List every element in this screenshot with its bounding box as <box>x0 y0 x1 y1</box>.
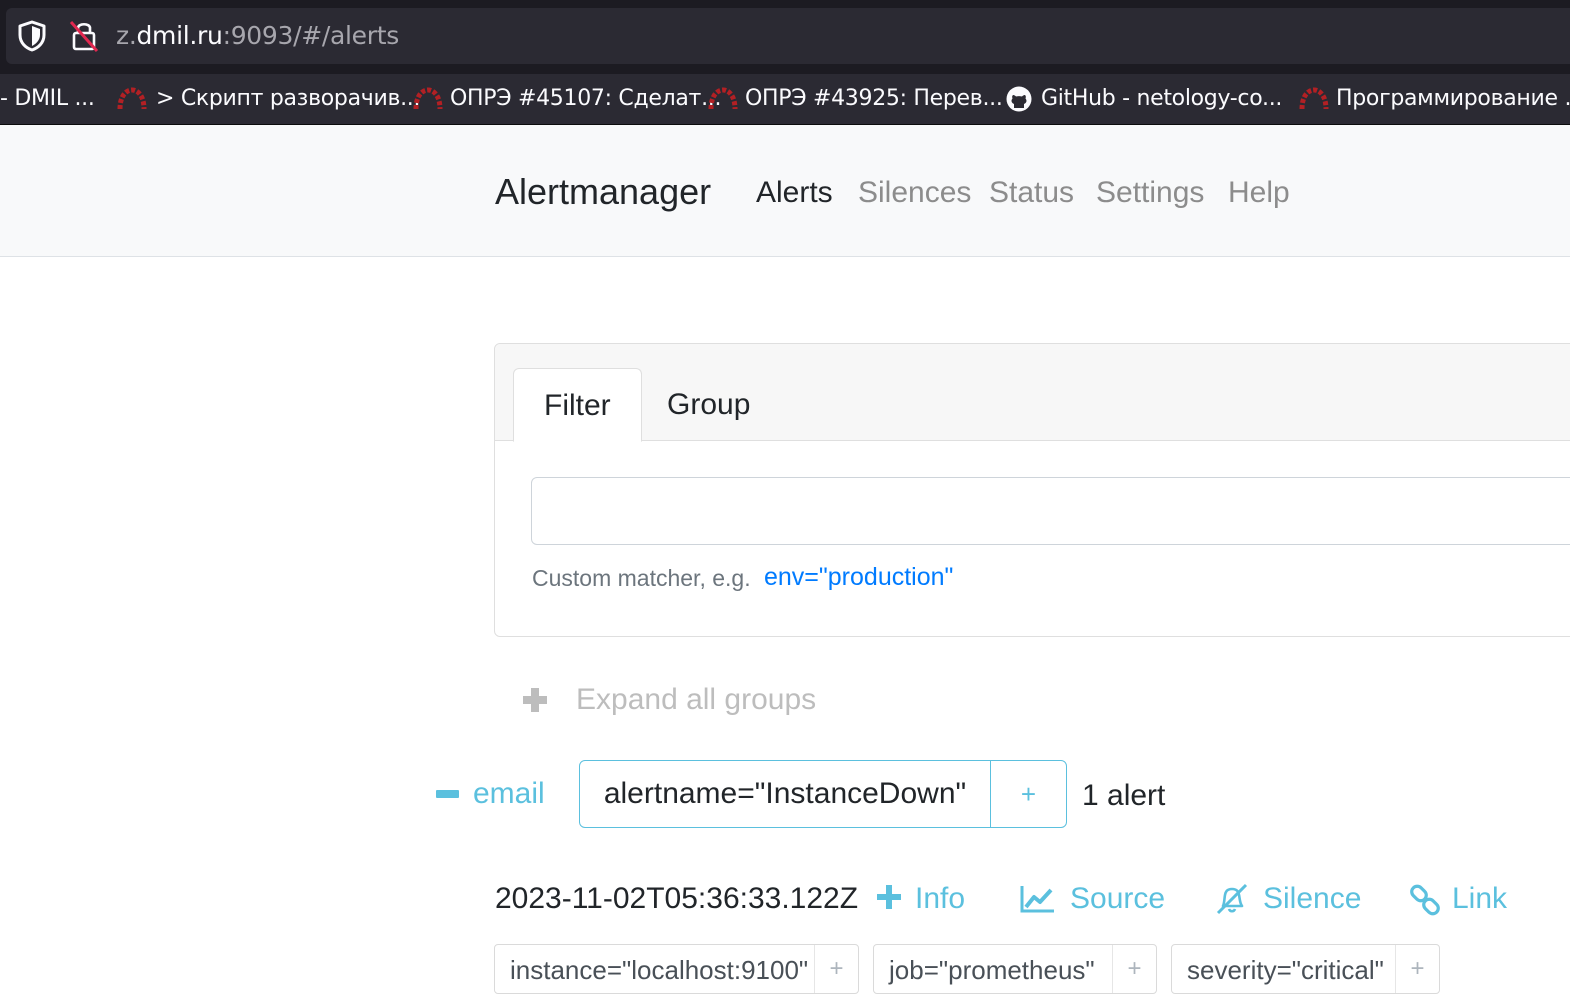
nav-link-silences[interactable]: Silences <box>858 173 971 213</box>
expand-all-label: Expand all groups <box>576 683 817 716</box>
nav-link-help[interactable]: Help <box>1228 173 1290 213</box>
plus-icon <box>877 885 901 909</box>
redmine-icon <box>1299 87 1329 110</box>
info-label: Info <box>915 882 966 915</box>
group-matcher-button[interactable]: alertname="InstanceDown" <box>580 761 991 827</box>
label-chip-matcher[interactable]: job="prometheus" <box>889 945 1095 995</box>
url-prefix: z. <box>116 21 137 50</box>
nav-link-settings[interactable]: Settings <box>1096 173 1204 213</box>
filter-card-header: Filter Group <box>495 344 1570 442</box>
insecure-lock-icon[interactable] <box>66 18 100 54</box>
nav-link-status[interactable]: Status <box>989 173 1074 213</box>
plus-icon <box>523 688 547 712</box>
label-chip: instance="localhost:9100" + <box>494 944 859 994</box>
redmine-icon <box>708 87 738 110</box>
redmine-icon <box>117 87 147 110</box>
label-chip: job="prometheus" + <box>873 944 1157 994</box>
label-chip-matcher[interactable]: severity="critical" <box>1187 945 1384 995</box>
bookmark-item[interactable]: Программирование ... <box>1336 84 1570 114</box>
tab-group[interactable]: Group <box>637 368 780 442</box>
filter-card: Filter Group Custom matcher, e.g. env="p… <box>494 343 1570 637</box>
add-matcher-filter-button[interactable]: + <box>991 761 1066 827</box>
bell-slash-icon <box>1216 883 1248 915</box>
line-chart-icon <box>1020 886 1054 913</box>
bookmarks-toolbar: - DMIL ... > Скрипт разворачив... ОПРЭ #… <box>0 74 1570 125</box>
label-chip-add-button[interactable]: + <box>1112 945 1156 993</box>
bookmark-item[interactable]: ОПРЭ #45107: Сделат... <box>450 84 721 114</box>
app-navbar: Alertmanager Alerts Silences Status Sett… <box>0 125 1570 257</box>
url-host: dmil.ru <box>136 21 223 50</box>
group-receiver-label: email <box>473 777 545 810</box>
link-button[interactable]: Link <box>1409 877 1509 921</box>
silence-button[interactable]: Silence <box>1214 877 1361 921</box>
bookmark-item[interactable]: > Скрипт разворачив... <box>156 84 421 114</box>
info-button[interactable]: Info <box>876 877 968 921</box>
url-path: :9093/#/alerts <box>222 21 400 50</box>
label-chip-add-button[interactable]: + <box>814 945 858 993</box>
source-button[interactable]: Source <box>1020 877 1165 921</box>
source-label: Source <box>1070 882 1166 915</box>
github-icon <box>1006 86 1032 112</box>
url-text[interactable]: z.dmil.ru:9093/#/alerts <box>116 20 399 52</box>
brand-title[interactable]: Alertmanager <box>495 169 711 215</box>
bookmark-item[interactable]: ОПРЭ #43925: Перев... <box>745 84 1003 114</box>
alert-count: 1 alert <box>1082 779 1166 812</box>
tab-filter[interactable]: Filter <box>513 368 642 442</box>
bookmark-item[interactable]: GitHub - netology-co... <box>1041 84 1282 114</box>
silence-label: Silence <box>1263 882 1362 915</box>
bookmark-item[interactable]: - DMIL ... <box>0 84 95 114</box>
redmine-icon <box>413 87 443 110</box>
label-chip: severity="critical" + <box>1171 944 1440 994</box>
browser-toolbar: z.dmil.ru:9093/#/alerts <box>0 0 1570 74</box>
link-icon <box>1410 884 1440 916</box>
label-chip-matcher[interactable]: instance="localhost:9100" <box>510 945 808 995</box>
filter-input[interactable] <box>531 477 1570 545</box>
alert-timestamp: 2023-11-02T05:36:33.122Z <box>495 882 859 915</box>
matcher-hint: Custom matcher, e.g. <box>532 565 751 591</box>
nav-link-alerts[interactable]: Alerts <box>756 173 833 213</box>
group-matcher-button-group: alertname="InstanceDown" + <box>579 760 1067 828</box>
minus-icon <box>436 790 459 798</box>
tracking-protection-shield-icon[interactable] <box>16 19 48 53</box>
link-label: Link <box>1452 882 1508 915</box>
label-chip-add-button[interactable]: + <box>1395 945 1439 993</box>
matcher-example-link[interactable]: env="production" <box>764 561 953 593</box>
